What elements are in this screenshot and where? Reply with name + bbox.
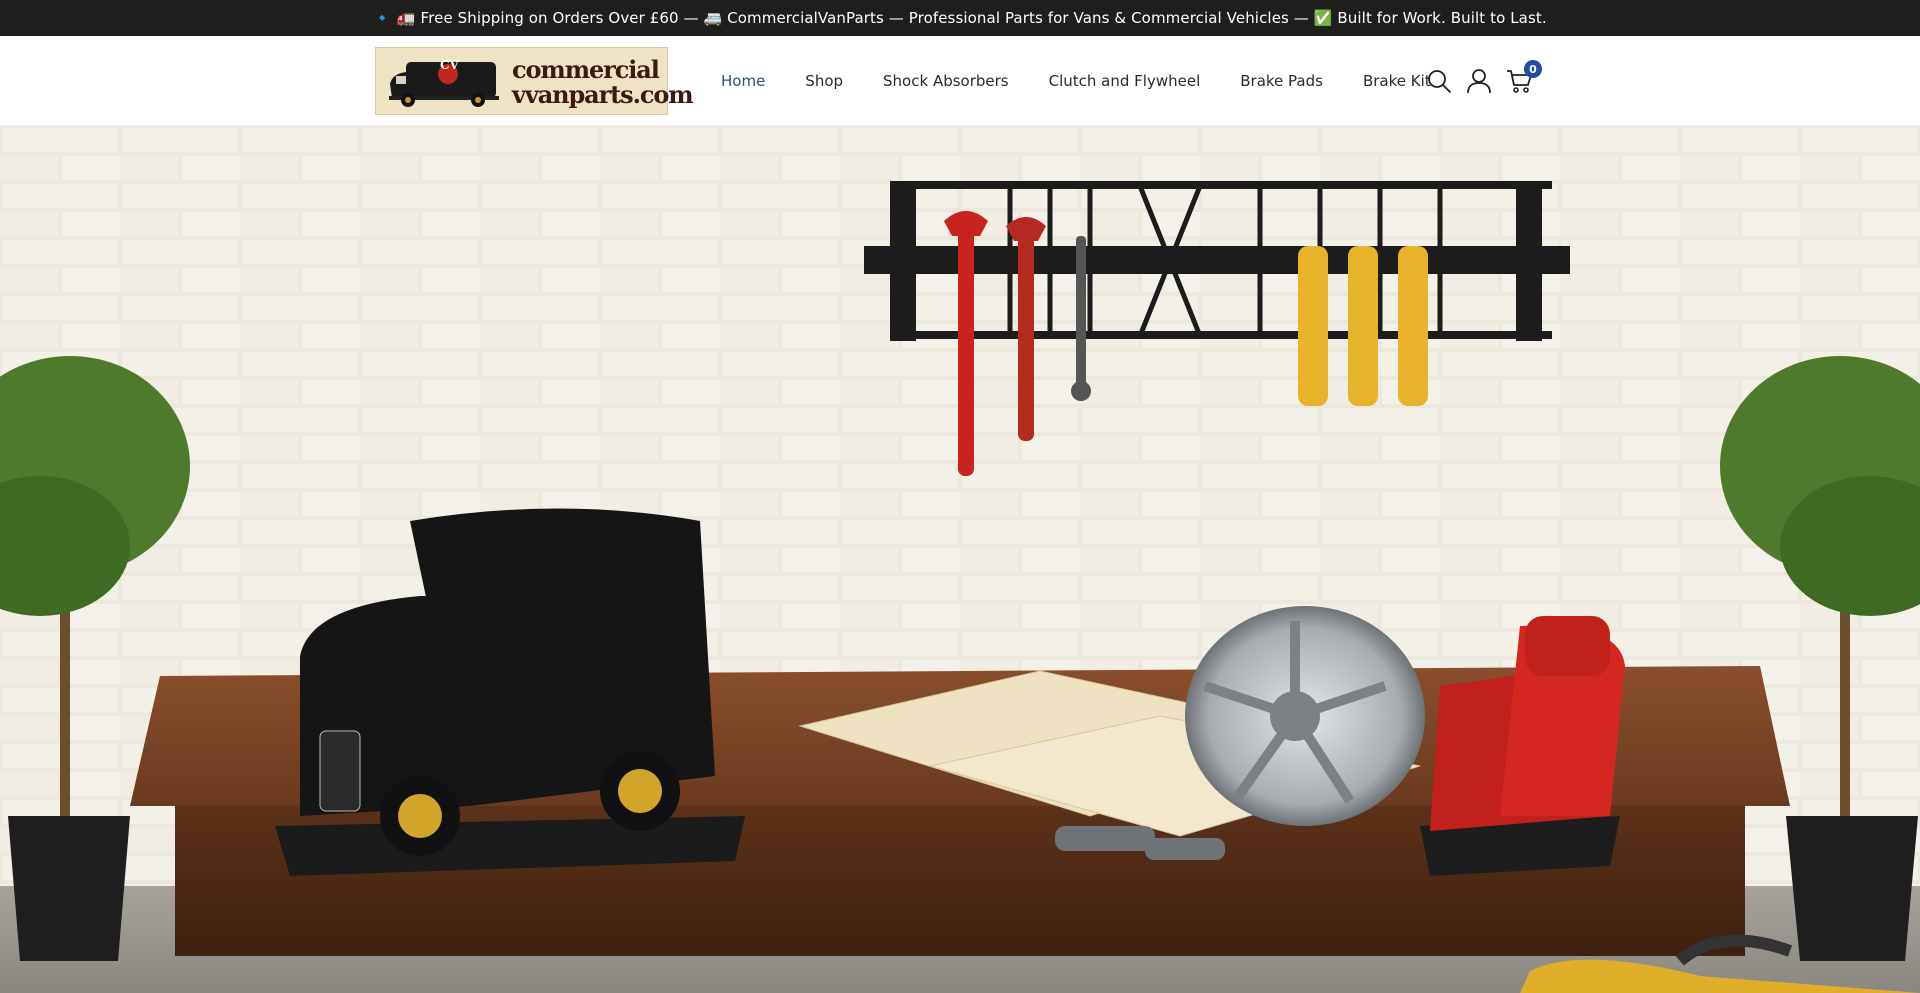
nav-home[interactable]: Home	[721, 72, 765, 90]
nav-brake-kit[interactable]: Brake Kit	[1363, 72, 1431, 90]
site-header: CV commercial vvanparts.com Home Shop Sh…	[0, 36, 1920, 126]
search-icon	[1428, 70, 1451, 93]
main-nav: Home Shop Shock Absorbers Clutch and Fly…	[721, 36, 1471, 126]
announcement-text: 🔹 🚛 Free Shipping on Orders Over £60 — 🚐…	[373, 9, 1547, 27]
header-icons: 0	[1426, 36, 1546, 126]
nav-clutch-and-flywheel[interactable]: Clutch and Flywheel	[1049, 72, 1201, 90]
search-button[interactable]	[1426, 68, 1452, 94]
logo-line-2: vvanparts.com	[512, 80, 694, 109]
announcement-bar: 🔹 🚛 Free Shipping on Orders Over £60 — 🚐…	[0, 0, 1920, 36]
hero-image	[0, 126, 1920, 993]
cart-button[interactable]: 0	[1506, 60, 1542, 94]
user-icon	[1467, 69, 1491, 94]
cart-count-badge: 0	[1524, 60, 1542, 78]
account-button[interactable]	[1466, 68, 1492, 94]
hero-banner[interactable]	[0, 126, 1920, 993]
site-logo[interactable]: CV commercial vvanparts.com	[375, 47, 694, 115]
nav-shock-absorbers[interactable]: Shock Absorbers	[883, 72, 1009, 90]
logo-badge: CV	[440, 58, 459, 72]
logo-line-1: commercial	[512, 55, 660, 84]
nav-brake-pads[interactable]: Brake Pads	[1240, 72, 1323, 90]
nav-shop[interactable]: Shop	[805, 72, 843, 90]
logo-wordmark: commercial vvanparts.com	[512, 55, 694, 109]
alloy-wheel	[1185, 606, 1425, 826]
